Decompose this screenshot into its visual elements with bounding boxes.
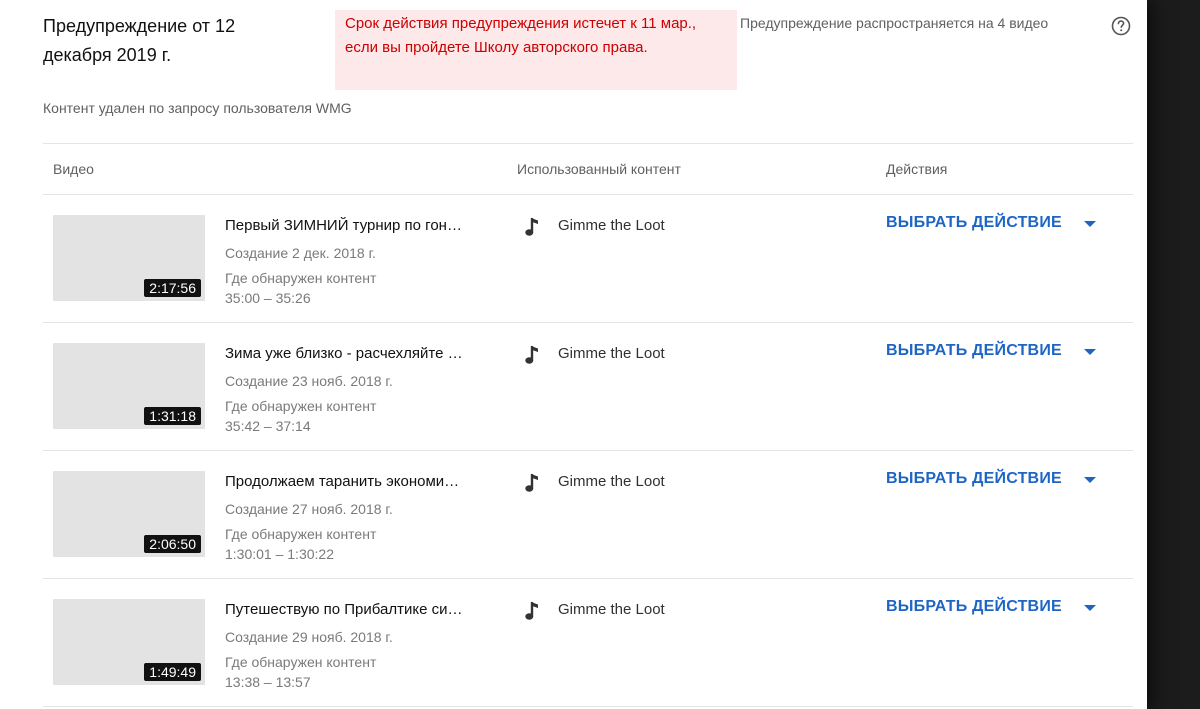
- video-thumbnail[interactable]: 2:17:56: [53, 215, 205, 301]
- video-thumbnail[interactable]: 1:31:18: [53, 343, 205, 429]
- video-duration: 2:17:56: [144, 279, 201, 297]
- claimed-content-name: Gimme the Loot: [558, 217, 665, 234]
- video-created-date: Создание 2 дек. 2018 г.: [225, 245, 376, 261]
- video-thumbnail[interactable]: 2:06:50: [53, 471, 205, 557]
- header-video: Видео: [53, 161, 94, 177]
- video-title[interactable]: Зима уже близко - расчехляйте …: [225, 345, 487, 362]
- video-created-date: Создание 29 нояб. 2018 г.: [225, 629, 393, 645]
- expiry-notice: Срок действия предупреждения истечет к 1…: [335, 10, 737, 90]
- video-duration: 2:06:50: [144, 535, 201, 553]
- video-duration: 1:31:18: [144, 407, 201, 425]
- strike-scope-text: Предупреждение распространяется на 4 вид…: [740, 15, 1049, 31]
- video-thumbnail[interactable]: 1:49:49: [53, 599, 205, 685]
- music-note-icon: [525, 474, 538, 492]
- removal-reason: Контент удален по запросу пользователя W…: [43, 100, 352, 116]
- table-row: 1:49:49 Путешествую по Прибалтике си… Со…: [43, 579, 1133, 707]
- found-label: Где обнаружен контент: [225, 270, 377, 286]
- claims-table: Видео Использованный контент Действия 2:…: [43, 143, 1133, 707]
- claimed-content-name: Gimme the Loot: [558, 601, 665, 618]
- copyright-strike-card: Предупреждение от 12 декабря 2019 г. Сро…: [0, 0, 1147, 709]
- select-action-button[interactable]: ВЫБРАТЬ ДЕЙСТВИЕ: [886, 470, 1062, 488]
- strike-title: Предупреждение от 12 декабря 2019 г.: [43, 16, 236, 65]
- header-content: Использованный контент: [517, 161, 681, 177]
- found-range: 35:42 – 37:14: [225, 418, 311, 434]
- table-header: Видео Использованный контент Действия: [43, 143, 1133, 195]
- dropdown-caret-icon[interactable]: [1084, 349, 1096, 355]
- found-label: Где обнаружен контент: [225, 654, 377, 670]
- video-title[interactable]: Путешествую по Прибалтике си…: [225, 601, 487, 618]
- help-circle-icon[interactable]: [1111, 16, 1131, 36]
- select-action-button[interactable]: ВЫБРАТЬ ДЕЙСТВИЕ: [886, 598, 1062, 616]
- dropdown-caret-icon[interactable]: [1084, 605, 1096, 611]
- music-note-icon: [525, 218, 538, 236]
- select-action-button[interactable]: ВЫБРАТЬ ДЕЙСТВИЕ: [886, 342, 1062, 360]
- table-row: 2:17:56 Первый ЗИМНИЙ турнир по гон… Соз…: [43, 195, 1133, 323]
- claimed-content-name: Gimme the Loot: [558, 345, 665, 362]
- table-row: 2:06:50 Продолжаем таранить экономи… Соз…: [43, 451, 1133, 579]
- music-note-icon: [525, 602, 538, 620]
- header-actions: Действия: [886, 161, 948, 177]
- claimed-content-name: Gimme the Loot: [558, 473, 665, 490]
- video-title[interactable]: Первый ЗИМНИЙ турнир по гон…: [225, 217, 487, 234]
- select-action-button[interactable]: ВЫБРАТЬ ДЕЙСТВИЕ: [886, 214, 1062, 232]
- dropdown-caret-icon[interactable]: [1084, 221, 1096, 227]
- video-created-date: Создание 27 нояб. 2018 г.: [225, 501, 393, 517]
- found-range: 35:00 – 35:26: [225, 290, 311, 306]
- dropdown-caret-icon[interactable]: [1084, 477, 1096, 483]
- video-title[interactable]: Продолжаем таранить экономи…: [225, 473, 487, 490]
- found-range: 13:38 – 13:57: [225, 674, 311, 690]
- found-label: Где обнаружен контент: [225, 526, 377, 542]
- found-range: 1:30:01 – 1:30:22: [225, 546, 334, 562]
- video-duration: 1:49:49: [144, 663, 201, 681]
- table-row: 1:31:18 Зима уже близко - расчехляйте … …: [43, 323, 1133, 451]
- music-note-icon: [525, 346, 538, 364]
- video-created-date: Создание 23 нояб. 2018 г.: [225, 373, 393, 389]
- found-label: Где обнаружен контент: [225, 398, 377, 414]
